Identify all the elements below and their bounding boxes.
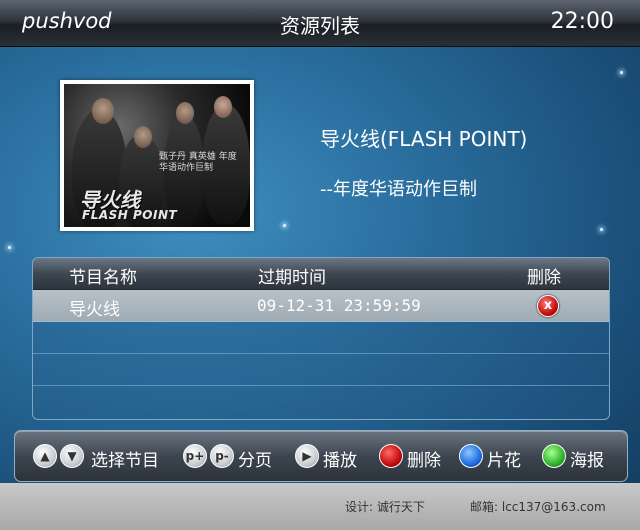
- legend-clip-label: 片花: [487, 451, 521, 471]
- poster-title-en: FLASH POINT: [82, 208, 178, 222]
- page-title: 资源列表: [280, 14, 360, 38]
- column-header-name: 节目名称: [69, 268, 137, 288]
- expire-time: 09-12-31 23:59:59: [257, 296, 421, 315]
- page-down-icon: p-: [210, 444, 234, 468]
- movie-subtitle: --年度华语动作巨制: [320, 179, 477, 200]
- legend-delete-label: 删除: [407, 451, 441, 471]
- legend-page-label: 分页: [238, 451, 272, 471]
- play-icon: ▶: [295, 444, 319, 468]
- poster-tagline: 甄子丹 真英雄 年度华语动作巨制: [159, 152, 237, 173]
- red-button-icon: [379, 444, 403, 468]
- clock: 22:00: [550, 9, 614, 34]
- movie-title: 导火线(FLASH POINT): [320, 127, 528, 151]
- program-name: 导火线: [69, 300, 120, 320]
- top-bar: pushvod 资源列表 22:00: [0, 0, 640, 47]
- sparkle-decoration: [600, 228, 603, 231]
- legend-play-label: 播放: [323, 451, 357, 471]
- legend-poster-label: 海报: [570, 451, 604, 471]
- table-row-empty: [33, 354, 609, 386]
- design-credit: 设计: 诚行天下: [345, 500, 425, 514]
- delete-icon[interactable]: x: [537, 295, 559, 317]
- arrow-down-icon: ▼: [60, 444, 84, 468]
- program-table: 节目名称 过期时间 删除 导火线 09-12-31 23:59:59 x: [32, 257, 610, 420]
- email-credit: 邮箱: lcc137@163.com: [470, 500, 606, 514]
- sparkle-decoration: [620, 71, 623, 74]
- sparkle-decoration: [283, 224, 286, 227]
- green-button-icon: [542, 444, 566, 468]
- column-header-delete: 删除: [527, 268, 561, 288]
- movie-poster: 甄子丹 真英雄 年度华语动作巨制 导火线 FLASH POINT: [60, 80, 254, 231]
- blue-button-icon: [459, 444, 483, 468]
- sparkle-decoration: [8, 246, 11, 249]
- key-legend: ▲ ▼ 选择节目 p+ p- 分页 ▶ 播放 删除 片花 海报: [14, 430, 628, 482]
- table-row[interactable]: 导火线 09-12-31 23:59:59 x: [33, 290, 609, 322]
- column-header-expire: 过期时间: [258, 268, 326, 288]
- footer-bar: 设计: 诚行天下 邮箱: lcc137@163.com: [0, 483, 640, 530]
- table-row-empty: [33, 322, 609, 354]
- legend-select-label: 选择节目: [91, 451, 159, 471]
- poster-image: 甄子丹 真英雄 年度华语动作巨制 导火线 FLASH POINT: [64, 84, 250, 227]
- table-row-empty: [33, 386, 609, 417]
- arrow-up-icon: ▲: [33, 444, 57, 468]
- table-header: 节目名称 过期时间 删除: [33, 258, 609, 290]
- page-up-icon: p+: [183, 444, 207, 468]
